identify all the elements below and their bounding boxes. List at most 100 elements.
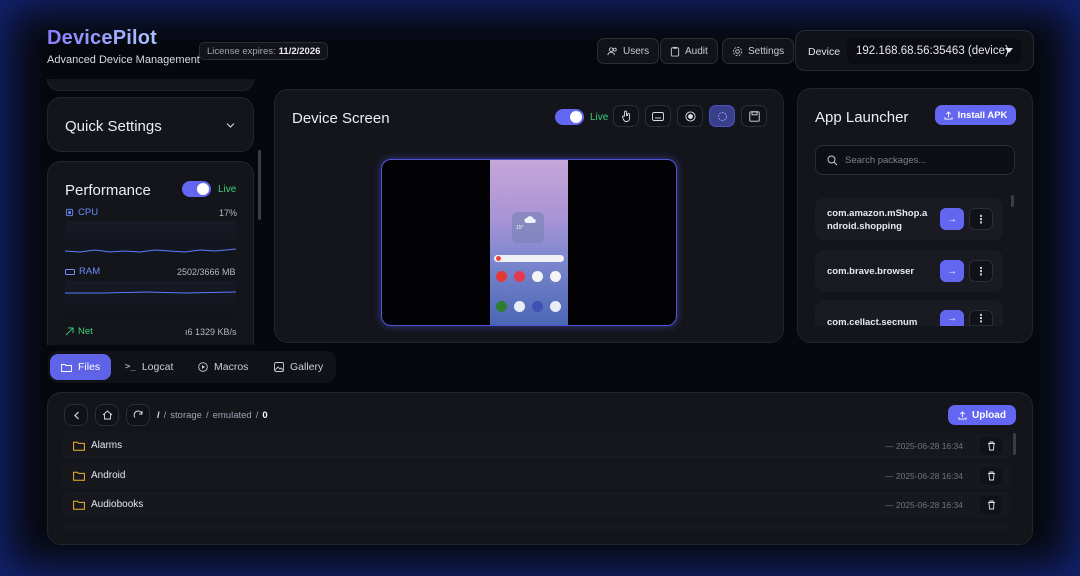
trash-icon (987, 500, 995, 510)
install-apk-button[interactable]: Install APK (935, 105, 1016, 125)
save-screenshot-button[interactable] (741, 105, 767, 127)
tab-gallery[interactable]: Gallery (263, 354, 334, 380)
gear-icon (732, 46, 743, 56)
file-row[interactable]: Android — 2025-06-28 16:34 (62, 463, 1011, 489)
breadcrumb-root[interactable]: / (157, 410, 160, 421)
trash-icon (987, 441, 995, 451)
settings-button[interactable]: Settings (722, 38, 795, 64)
package-item[interactable]: com.amazon.mShop.a ndroid.shopping → ⋮ (815, 198, 1003, 240)
arrow-right-icon: → (947, 213, 957, 225)
rotate-button[interactable] (709, 105, 735, 127)
file-row[interactable]: Audiobooks — 2025-06-28 16:34 (62, 492, 1011, 518)
left-scrollbar[interactable] (258, 150, 261, 220)
phone-screen[interactable]: 15° (490, 160, 568, 325)
terminal-icon: >_ (125, 362, 136, 372)
package-name: com.cellact.secnum (827, 317, 918, 328)
keyboard-button[interactable] (645, 105, 671, 127)
delete-button[interactable] (980, 496, 1002, 514)
tab-logcat[interactable]: >_ Logcat (114, 354, 184, 380)
device-screen-view[interactable]: 15° (381, 159, 677, 326)
device-select[interactable]: 192.168.68.56:35463 (device) (847, 38, 1021, 64)
package-item[interactable]: com.cellact.secnum → ⋮ (815, 300, 1003, 328)
package-item[interactable]: com.brave.browser → ⋮ (815, 250, 1003, 292)
audit-button[interactable]: Audit (660, 38, 718, 64)
more-button[interactable]: ⋮ (969, 310, 993, 326)
memory-icon (65, 268, 75, 275)
breadcrumb-emulated[interactable]: emulated (213, 410, 252, 421)
caret-down-icon (1005, 48, 1013, 53)
launch-button[interactable]: → (940, 260, 964, 282)
file-row-partial[interactable] (62, 522, 1011, 530)
play-store-icon[interactable] (532, 271, 543, 282)
ram-metric: RAM (65, 266, 100, 277)
arrow-right-icon: → (947, 265, 957, 277)
performance-live-label: Live (218, 184, 237, 195)
upload-button[interactable]: Upload (948, 405, 1016, 425)
home-icon (102, 410, 112, 420)
breadcrumb-sep: / (163, 410, 167, 421)
net-label: Net (78, 326, 93, 337)
weather-temp: 15° (516, 225, 524, 231)
file-row[interactable]: Alarms — 2025-06-28 16:34 (62, 433, 1011, 459)
device-picker: Device 192.168.68.56:35463 (device) (795, 30, 1034, 71)
more-vertical-icon: ⋮ (975, 312, 987, 325)
more-button[interactable]: ⋮ (969, 208, 993, 230)
screen-live-toggle[interactable] (555, 109, 584, 125)
launch-button[interactable]: → (940, 208, 964, 230)
breadcrumb-storage[interactable]: storage (170, 410, 202, 421)
quick-settings-panel[interactable]: Quick Settings (47, 97, 254, 152)
delete-button[interactable] (980, 467, 1002, 485)
home-button[interactable] (95, 404, 119, 426)
chevron-down-icon[interactable] (226, 122, 235, 129)
net-value: ı6 1329 KB/s (185, 327, 237, 337)
delete-button[interactable] (980, 437, 1002, 455)
settings-label: Settings (748, 45, 785, 57)
file-name: Android (91, 470, 126, 481)
upload-icon (944, 110, 953, 120)
camera-icon[interactable] (550, 301, 561, 312)
browser-icon[interactable] (532, 301, 543, 312)
net-metric: Net (65, 326, 93, 337)
hand-pointer-icon (621, 110, 630, 122)
app-launcher-title: App Launcher (815, 109, 909, 126)
package-search-input[interactable]: Search packages... (815, 145, 1015, 175)
users-label: Users (623, 45, 650, 57)
refresh-button[interactable] (126, 404, 150, 426)
screen-live-label: Live (590, 112, 609, 123)
breadcrumb-sep: / (205, 410, 209, 421)
more-vertical-icon: ⋮ (975, 265, 987, 278)
back-button[interactable] (64, 404, 88, 426)
folder-icon (73, 471, 85, 481)
packages-scrollbar[interactable] (1011, 195, 1014, 207)
cpu-chart (64, 221, 237, 259)
messages-icon[interactable] (514, 301, 525, 312)
weather-widget[interactable]: 15° (512, 212, 544, 243)
collapsed-panel-top (47, 79, 254, 91)
brand-subtitle: Advanced Device Management (47, 54, 200, 66)
record-button[interactable] (677, 105, 703, 127)
cpu-metric: CPU (65, 207, 98, 218)
ram-sparkline (65, 291, 237, 294)
files-scrollbar[interactable] (1013, 433, 1016, 455)
performance-live-toggle[interactable] (182, 181, 211, 197)
app-icon[interactable] (550, 271, 561, 282)
users-button[interactable]: Users (597, 38, 660, 64)
app-icon[interactable] (514, 271, 525, 282)
tab-files[interactable]: Files (50, 354, 112, 380)
install-apk-label: Install APK (957, 109, 1008, 121)
touch-button[interactable] (613, 105, 639, 127)
more-button[interactable]: ⋮ (969, 260, 993, 282)
launch-button[interactable]: → (940, 310, 964, 326)
file-name: Alarms (91, 440, 123, 451)
network-icon (65, 327, 74, 336)
app-icon[interactable] (496, 271, 507, 282)
folder-icon (61, 363, 72, 372)
license-date: 11/2/2026 (278, 45, 321, 57)
phone-search-bar[interactable] (494, 255, 564, 262)
package-search-placeholder: Search packages... (845, 155, 927, 166)
phone-icon[interactable] (496, 301, 507, 312)
cpu-icon (65, 208, 74, 217)
tab-macros[interactable]: Macros (187, 354, 259, 380)
arrow-right-icon: → (947, 312, 957, 324)
tab-macros-label: Macros (214, 361, 249, 373)
